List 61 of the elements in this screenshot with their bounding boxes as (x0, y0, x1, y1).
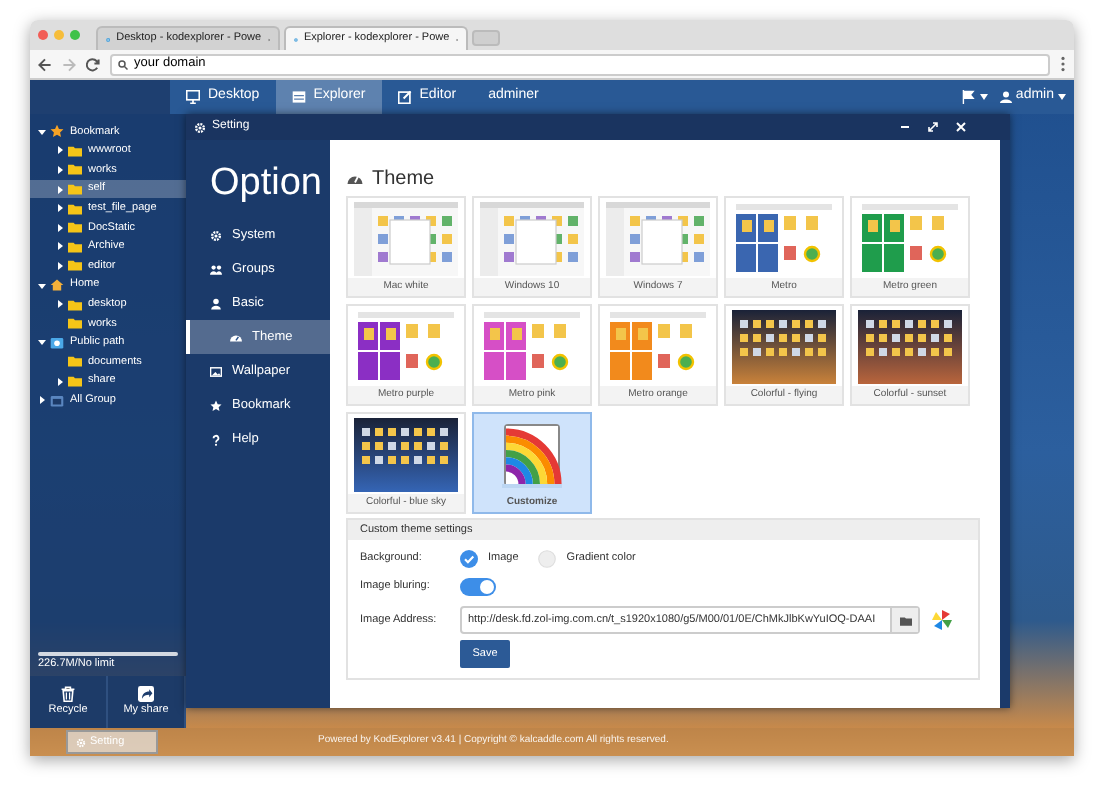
caret-down-icon[interactable] (38, 127, 46, 136)
window-screenshot-drawing (606, 201, 710, 275)
group-folder-icon (50, 393, 64, 408)
caret-right-icon[interactable] (56, 377, 64, 386)
share-icon (138, 686, 154, 703)
metro-tiles-drawing (354, 309, 458, 383)
users-icon (210, 263, 222, 275)
maximize-icon[interactable] (928, 122, 938, 132)
star-icon (210, 399, 222, 411)
caret-right-icon[interactable] (56, 165, 64, 174)
dashboard-icon (346, 170, 364, 186)
caret-icon (979, 94, 988, 100)
gear-icon (76, 737, 86, 747)
image-icon (210, 365, 222, 377)
window-icon (291, 90, 306, 104)
caret-right-icon[interactable] (56, 242, 64, 251)
public-folder-icon (50, 335, 64, 350)
metro-tiles-drawing (606, 309, 710, 383)
caret-right-icon[interactable] (38, 396, 46, 405)
star-icon (50, 124, 64, 139)
close-icon[interactable] (956, 122, 966, 132)
gear-icon (210, 229, 222, 241)
desktop-wallpaper-drawing (732, 309, 836, 383)
reload-icon[interactable] (86, 57, 100, 71)
caret-right-icon[interactable] (56, 146, 64, 155)
user-icon (210, 297, 222, 309)
user-icon (999, 90, 1012, 104)
theme-title: Theme (372, 165, 435, 193)
browse-folder-button[interactable] (890, 608, 918, 632)
caret-right-icon[interactable] (56, 261, 64, 270)
metro-tiles-drawing (858, 201, 962, 275)
folder-icon (899, 615, 911, 625)
desktop-wallpaper-drawing (858, 309, 962, 383)
window-screenshot-drawing (480, 201, 584, 275)
caret-down-icon[interactable] (38, 338, 46, 347)
blur-toggle[interactable] (460, 578, 496, 596)
desktop-wallpaper-drawing (354, 417, 458, 491)
caret-right-icon[interactable] (56, 204, 64, 213)
window-screenshot-drawing (354, 201, 458, 275)
dashboard-icon (230, 331, 242, 343)
caret-down-icon[interactable] (38, 281, 46, 290)
caret-right-icon[interactable] (56, 185, 64, 194)
flag-icon (961, 90, 976, 104)
option-heading: Option (208, 160, 324, 208)
minimize-icon[interactable] (900, 122, 910, 132)
metro-tiles-drawing (480, 309, 584, 383)
metro-tiles-drawing (732, 201, 836, 275)
search-icon (118, 59, 128, 69)
caret-icon (1058, 94, 1066, 100)
back-icon[interactable] (38, 57, 52, 71)
home-icon (50, 278, 64, 293)
monitor-icon (186, 90, 200, 104)
gear-icon (194, 121, 206, 133)
caret-right-icon[interactable] (56, 223, 64, 232)
flag-menu[interactable] (961, 90, 988, 104)
edit-icon (397, 90, 412, 104)
menu-icon[interactable] (1060, 56, 1066, 72)
caret-right-icon[interactable] (56, 300, 64, 309)
trash-icon (60, 686, 76, 703)
help-icon (210, 433, 222, 445)
pinwheel-icon[interactable] (932, 610, 952, 630)
